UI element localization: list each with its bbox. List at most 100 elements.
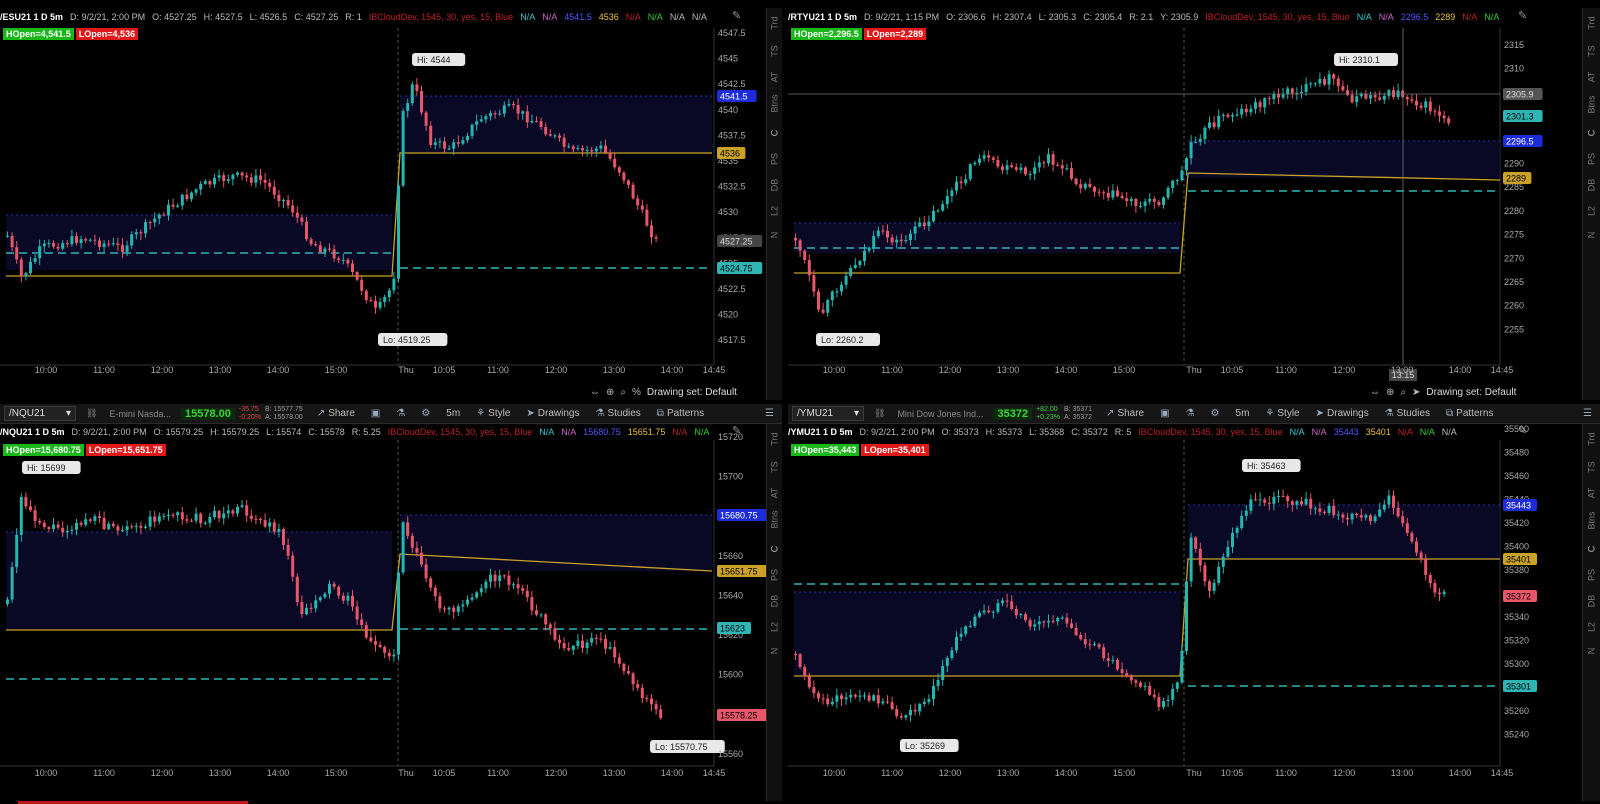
sidebar-item-c[interactable]: C xyxy=(770,126,780,141)
sidebar-item-btns[interactable]: Btns xyxy=(1587,511,1597,529)
candle-body xyxy=(47,527,51,530)
sidebar-item-db[interactable]: DB xyxy=(1587,177,1597,194)
candle-body xyxy=(1405,523,1409,533)
candle-body xyxy=(950,650,954,658)
price-chart-rty[interactable]: 13:15Hi: 2310.1Lo: 2260.2231523102305230… xyxy=(788,8,1600,400)
percent-icon[interactable]: % xyxy=(632,387,641,398)
expand-icon[interactable]: ⇔ xyxy=(1370,387,1380,398)
candle-body xyxy=(148,516,152,527)
candle-body xyxy=(1313,83,1317,85)
candle-body xyxy=(1327,505,1331,513)
candle-body xyxy=(798,240,802,251)
sidebar-item-ps[interactable]: PS xyxy=(770,568,780,583)
candle-body xyxy=(291,205,295,213)
candle-body xyxy=(867,247,871,251)
candle-body xyxy=(318,245,322,252)
high-callout: Hi: 2310.1 xyxy=(1339,55,1380,65)
sidebar-item-l2[interactable]: L2 xyxy=(770,620,780,635)
candle-body xyxy=(581,640,584,649)
sidebar-item-c[interactable]: C xyxy=(770,542,780,557)
candle-body xyxy=(38,246,42,259)
sidebar-item-n[interactable]: N xyxy=(770,228,780,243)
candle-body xyxy=(1300,501,1303,505)
candle-body xyxy=(1267,502,1271,504)
sidebar-item-ts[interactable]: TS xyxy=(1587,459,1597,476)
candle-body xyxy=(309,239,313,245)
sidebar-item-trd[interactable]: Trd xyxy=(770,432,780,447)
candle-body xyxy=(305,221,308,240)
y-tick-label: 35420 xyxy=(1504,518,1529,528)
candle-body xyxy=(194,189,198,193)
sidebar-item-btns[interactable]: Btns xyxy=(1587,95,1597,113)
sidebar-item-db[interactable]: DB xyxy=(770,594,780,609)
sidebar-item-c[interactable]: C xyxy=(1587,125,1597,142)
x-tick-label: 14:00 xyxy=(1449,768,1472,778)
sidebar-item-ps[interactable]: PS xyxy=(770,152,780,167)
sidebar-item-n[interactable]: N xyxy=(770,644,780,659)
zoom-icon[interactable]: ⌕ xyxy=(1400,387,1406,398)
sidebar-item-ts[interactable]: TS xyxy=(770,460,780,475)
sidebar-item-at[interactable]: AT xyxy=(770,70,780,85)
candle-body xyxy=(102,243,106,248)
candle-body xyxy=(1005,600,1009,602)
sidebar-item-trd[interactable]: Trd xyxy=(770,16,780,31)
chart-pane-rty[interactable]: /RTYU21 1 D 5m D: 9/2/21, 1:15 PM O: 230… xyxy=(788,8,1600,400)
sidebar-item-ps[interactable]: PS xyxy=(1587,151,1597,168)
chart-pane-es[interactable]: /ESU21 1 D 5m D: 9/2/21, 2:00 PM O: 4527… xyxy=(0,8,782,400)
candle-body xyxy=(277,529,281,532)
candle-body xyxy=(484,116,488,120)
sidebar-item-db[interactable]: DB xyxy=(1587,593,1597,610)
sidebar-item-n[interactable]: N xyxy=(1587,227,1597,244)
sidebar-item-btns[interactable]: Btns xyxy=(770,510,780,528)
candle-body xyxy=(130,526,134,528)
sidebar-item-at[interactable]: AT xyxy=(1587,69,1597,86)
sidebar-item-ts[interactable]: TS xyxy=(1587,43,1597,60)
crosshair-icon[interactable]: ⊕ xyxy=(606,387,614,398)
price-chart-nq[interactable]: Hi: 15699Lo: 15570.751572015700156801566… xyxy=(0,404,782,801)
candle-body xyxy=(15,534,19,568)
sidebar-item-trd[interactable]: Trd xyxy=(1587,431,1597,448)
candle-body xyxy=(1056,164,1060,166)
sidebar-item-c[interactable]: C xyxy=(1587,541,1597,558)
chart-pane-nq[interactable]: /NQU21 ▾ ⛓ E-mini Nasda... 15578.00 -35.7… xyxy=(0,404,782,801)
sidebar-item-ps[interactable]: PS xyxy=(1587,567,1597,584)
sidebar-item-at[interactable]: AT xyxy=(770,486,780,501)
sidebar-item-ts[interactable]: TS xyxy=(770,44,780,59)
candle-body xyxy=(817,291,820,310)
candle-body xyxy=(640,687,644,699)
sidebar-item-n[interactable]: N xyxy=(1587,643,1597,660)
candle-body xyxy=(1157,201,1161,205)
chart-statusbar: ⇔ ⊕ ⌕ ➤ Drawing set: Default xyxy=(1370,385,1516,399)
sidebar-item-trd[interactable]: Trd xyxy=(1587,15,1597,32)
y-tick-label: 35480 xyxy=(1504,448,1529,458)
drawing-set-label[interactable]: Drawing set: Default xyxy=(647,387,737,398)
candle-body xyxy=(1286,88,1290,95)
expand-icon[interactable]: ⇔ xyxy=(590,387,600,398)
candle-body xyxy=(153,516,157,522)
sidebar-item-l2[interactable]: L2 xyxy=(1587,619,1597,636)
candle-body xyxy=(272,522,276,532)
candle-body xyxy=(249,515,253,519)
sidebar-item-at[interactable]: AT xyxy=(1587,485,1597,502)
x-tick-label: Thu xyxy=(398,768,414,778)
cursor-icon[interactable]: ➤ xyxy=(1412,387,1420,398)
candle-body xyxy=(1162,700,1165,708)
chart-pane-ym[interactable]: /YMU21 ▾ ⛓ Mini Dow Jones Ind... 35372 +8… xyxy=(788,404,1600,801)
candle-body xyxy=(1148,685,1152,695)
candle-body xyxy=(922,701,926,704)
candle-body xyxy=(429,578,433,588)
candle-body xyxy=(950,190,954,197)
sidebar-item-l2[interactable]: L2 xyxy=(770,204,780,219)
zoom-icon[interactable]: ⌕ xyxy=(620,387,626,398)
sidebar-item-btns[interactable]: Btns xyxy=(770,94,780,112)
sidebar-item-db[interactable]: DB xyxy=(770,178,780,193)
candle-body xyxy=(1281,495,1285,497)
drawing-set-label[interactable]: Drawing set: Default xyxy=(1426,387,1516,398)
crosshair-icon[interactable]: ⊕ xyxy=(1386,387,1394,398)
price-chart-ym[interactable]: Hi: 35463Lo: 352693550035480354603544035… xyxy=(788,404,1600,801)
candle-body xyxy=(1387,90,1391,96)
price-chart-es[interactable]: Hi: 4544 Lo: 4519.25 4547.5 4545 4542.5 4540 4… xyxy=(0,8,782,400)
candle-body xyxy=(295,576,299,603)
candle-body xyxy=(821,309,825,313)
sidebar-item-l2[interactable]: L2 xyxy=(1587,203,1597,220)
